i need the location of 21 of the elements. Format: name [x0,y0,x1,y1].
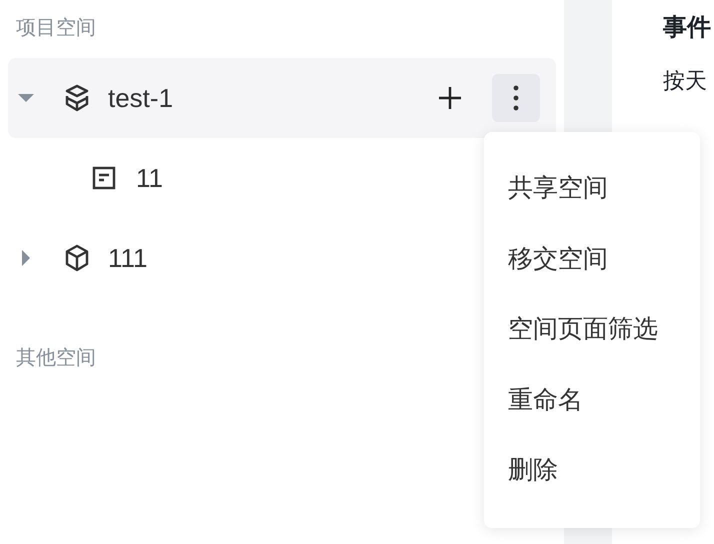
more-icon [513,85,519,111]
layers-icon [64,84,90,112]
more-button[interactable] [492,74,540,122]
section-heading: 其他空间 [15,346,97,371]
item-label: 11 [136,162,163,194]
item-label: test-1 [108,82,174,114]
page-subtitle: 按天 [663,67,708,95]
page-title: 事件 [663,13,712,43]
tree-item[interactable]: test-1 [8,58,556,138]
caret-down-icon[interactable] [18,93,34,103]
document-icon [92,166,116,190]
menu-item[interactable]: 重命名 [508,382,583,420]
menu-item[interactable]: 移交空间 [508,240,608,278]
menu-item[interactable]: 空间页面筛选 [508,311,658,349]
cube-icon [64,244,90,272]
menu-item[interactable]: 删除 [508,452,558,490]
item-label: 111 [108,242,148,274]
section-heading: 项目空间 [15,16,97,41]
menu-item[interactable]: 共享空间 [508,170,608,208]
plus-icon[interactable] [438,86,462,110]
caret-right-icon[interactable] [21,250,31,266]
